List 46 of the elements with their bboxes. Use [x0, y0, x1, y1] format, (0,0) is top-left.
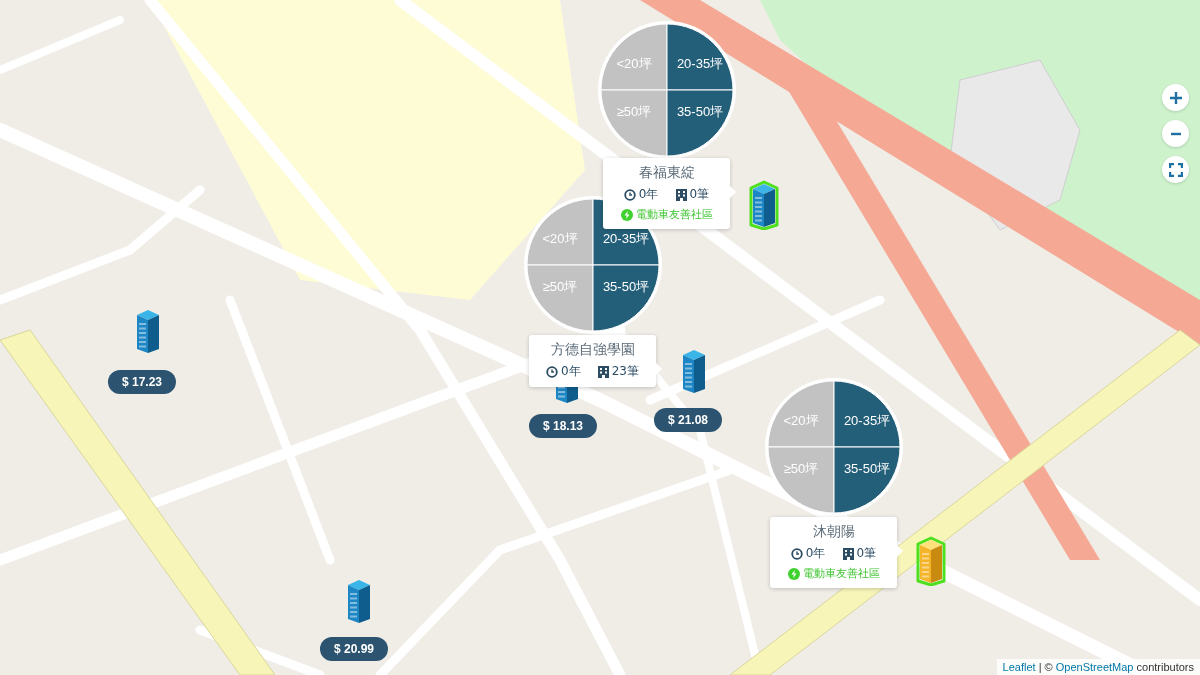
pie-chart[interactable]: <20坪 20-35坪 ≥50坪 35-50坪: [764, 377, 904, 517]
segment-label: 20-35坪: [602, 231, 650, 246]
building-age: 0年: [561, 363, 581, 380]
pie-segment[interactable]: [666, 23, 734, 91]
building-icon: [842, 547, 854, 560]
segment-label: 35-50坪: [676, 104, 724, 119]
pie-chart[interactable]: <20坪 20-35坪 ≥50坪 35-50坪: [597, 20, 737, 160]
segment-label: ≥50坪: [616, 104, 652, 119]
community-name: 沐朝陽: [812, 523, 855, 541]
listing-count: 0筆: [856, 545, 877, 562]
attribution-text: Leaflet | © OpenStreetMap contributors: [996, 659, 1200, 675]
lightning-icon: [787, 567, 800, 580]
segment-label: 35-50坪: [602, 279, 650, 294]
pie-segment[interactable]: [666, 89, 734, 157]
segment-label: ≥50坪: [542, 279, 578, 294]
ev-friendly-label: 電動車友善社區: [802, 566, 880, 581]
price-tag[interactable]: $ 18.13: [529, 414, 597, 438]
pie-segment[interactable]: [833, 446, 901, 514]
building-age: 0年: [805, 545, 826, 562]
segment-label: 20-35坪: [676, 56, 724, 71]
building-icon: [675, 188, 687, 201]
clock-icon: [546, 365, 559, 378]
building-icon: [597, 365, 609, 378]
segment-label: <20坪: [616, 56, 652, 71]
plus-icon: [1168, 90, 1183, 105]
fullscreen-icon: [1168, 162, 1183, 177]
price-tag[interactable]: $ 17.23: [108, 370, 176, 394]
clock-icon: [790, 547, 803, 560]
community-name: 方德自強學園: [550, 341, 635, 359]
segment-label: 35-50坪: [843, 461, 891, 476]
segment-label: ≥50坪: [783, 461, 819, 476]
pie-segment[interactable]: [592, 264, 660, 332]
segment-label: 20-35坪: [843, 413, 891, 428]
pie-segment[interactable]: [833, 380, 901, 448]
price-tag[interactable]: $ 21.08: [654, 408, 722, 432]
clock-icon: [623, 188, 636, 201]
segment-label: <20坪: [783, 413, 819, 428]
attribution-link[interactable]: OpenStreetMap: [1055, 661, 1134, 673]
lightning-icon: [620, 208, 633, 221]
price-tag[interactable]: $ 20.99: [320, 637, 388, 661]
building-icon[interactable]: [749, 180, 779, 230]
segment-label: <20坪: [542, 231, 578, 246]
listing-count: 0筆: [689, 186, 710, 203]
attribution-link[interactable]: Leaflet: [1002, 661, 1036, 673]
community-name: 春福東綻: [638, 164, 695, 182]
listing-count: 23筆: [611, 363, 639, 380]
